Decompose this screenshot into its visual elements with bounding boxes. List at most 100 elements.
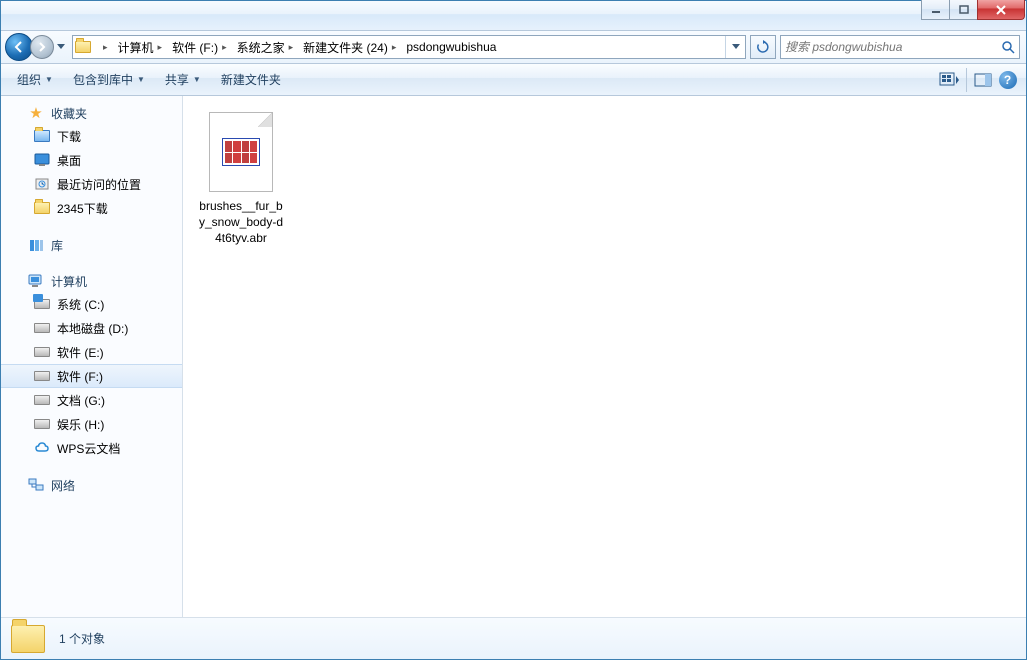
folder-icon <box>33 199 51 217</box>
sidebar-item-label: 桌面 <box>57 152 81 169</box>
computer-icon <box>27 272 45 290</box>
drive-icon <box>33 391 51 409</box>
preview-pane-icon <box>974 73 992 87</box>
sidebar-network-group: ▷ 网络 <box>1 474 182 496</box>
arrow-right-icon <box>36 41 48 53</box>
search-box[interactable] <box>780 35 1020 59</box>
refresh-icon <box>756 40 770 54</box>
back-button[interactable] <box>5 33 33 61</box>
recent-icon <box>33 175 51 193</box>
sidebar-network-header[interactable]: ▷ 网络 <box>1 474 182 496</box>
view-options-button[interactable] <box>936 68 962 92</box>
drive-icon <box>33 295 51 313</box>
address-dropdown[interactable] <box>725 36 745 58</box>
file-label: brushes__fur_by_snow_body-d4t6tyv.abr <box>197 198 285 247</box>
maximize-icon <box>959 5 969 15</box>
minimize-icon <box>931 5 941 15</box>
chevron-down-icon <box>732 44 740 50</box>
help-icon: ? <box>999 71 1017 89</box>
include-in-library-button[interactable]: 包含到库中▼ <box>63 68 155 92</box>
star-icon: ★ <box>27 104 45 122</box>
status-bar: 1 个对象 <box>1 617 1026 659</box>
explorer-window: ▸ 计算机▸ 软件 (F:)▸ 系统之家▸ 新建文件夹 (24)▸ psdong… <box>0 0 1027 660</box>
titlebar <box>1 1 1026 31</box>
sidebar-item-drive-f[interactable]: 软件 (F:) <box>1 364 182 388</box>
minimize-button[interactable] <box>921 0 950 20</box>
sidebar-item-label: 软件 (E:) <box>57 344 104 361</box>
sidebar-header-label: 网络 <box>51 477 75 494</box>
refresh-button[interactable] <box>750 35 776 59</box>
breadcrumb-segment[interactable]: 软件 (F:)▸ <box>166 36 231 58</box>
close-button[interactable] <box>977 0 1025 20</box>
sidebar-libraries-group: ▷ 库 <box>1 234 182 256</box>
sidebar-item-recent[interactable]: 最近访问的位置 <box>1 172 182 196</box>
network-icon <box>27 476 45 494</box>
arrow-left-icon <box>12 40 26 54</box>
address-bar[interactable]: ▸ 计算机▸ 软件 (F:)▸ 系统之家▸ 新建文件夹 (24)▸ psdong… <box>72 35 746 59</box>
navbar: ▸ 计算机▸ 软件 (F:)▸ 系统之家▸ 新建文件夹 (24)▸ psdong… <box>1 31 1026 64</box>
breadcrumb-root[interactable]: ▸ <box>93 36 112 58</box>
sidebar-item-drive-g[interactable]: 文档 (G:) <box>1 388 182 412</box>
sidebar-item-drive-h[interactable]: 娱乐 (H:) <box>1 412 182 436</box>
sidebar-item-drive-d[interactable]: 本地磁盘 (D:) <box>1 316 182 340</box>
status-text: 1 个对象 <box>59 630 105 647</box>
sidebar-item-label: 下载 <box>57 128 81 145</box>
toolbar: 组织▼ 包含到库中▼ 共享▼ 新建文件夹 ? <box>1 64 1026 96</box>
sidebar-computer-group: ▷ 计算机 系统 (C:) 本地磁盘 (D:) 软件 (E:) <box>1 270 182 460</box>
preview-pane-button[interactable] <box>966 68 992 92</box>
sidebar-item-drive-c[interactable]: 系统 (C:) <box>1 292 182 316</box>
drive-icon <box>33 367 51 385</box>
breadcrumb-segment[interactable]: 计算机▸ <box>112 36 167 58</box>
new-folder-button[interactable]: 新建文件夹 <box>211 68 291 92</box>
sidebar-computer-header[interactable]: ▷ 计算机 <box>1 270 182 292</box>
breadcrumb-segment[interactable]: psdongwubishua <box>400 36 500 58</box>
sidebar-item-label: 软件 (F:) <box>57 368 103 385</box>
sidebar-item-label: 系统 (C:) <box>57 296 104 313</box>
search-input[interactable] <box>785 40 1001 54</box>
sidebar-favorites-group: ▷ ★ 收藏夹 下载 桌面 最近访问的位置 23 <box>1 102 182 220</box>
file-thumbnail <box>209 112 273 192</box>
sidebar: ▷ ★ 收藏夹 下载 桌面 最近访问的位置 23 <box>1 96 183 617</box>
sidebar-item-desktop[interactable]: 桌面 <box>1 148 182 172</box>
sidebar-item-drive-e[interactable]: 软件 (E:) <box>1 340 182 364</box>
help-button[interactable]: ? <box>994 68 1020 92</box>
search-icon[interactable] <box>1001 40 1015 54</box>
window-controls <box>921 0 1025 20</box>
chevron-down-icon <box>57 44 65 50</box>
sidebar-header-label: 计算机 <box>51 273 87 290</box>
folder-icon <box>11 625 45 653</box>
body: ▷ ★ 收藏夹 下载 桌面 最近访问的位置 23 <box>1 96 1026 617</box>
view-icon <box>939 72 961 88</box>
sidebar-header-label: 库 <box>51 237 63 254</box>
sidebar-favorites-header[interactable]: ▷ ★ 收藏夹 <box>1 102 182 124</box>
breadcrumb-segment[interactable]: 系统之家▸ <box>231 36 298 58</box>
file-item[interactable]: brushes__fur_by_snow_body-d4t6tyv.abr <box>193 108 289 251</box>
sidebar-item-label: 2345下载 <box>57 200 108 217</box>
forward-button[interactable] <box>30 35 54 59</box>
abr-icon <box>222 138 260 166</box>
downloads-icon <box>33 127 51 145</box>
drive-icon <box>33 343 51 361</box>
sidebar-item-label: 最近访问的位置 <box>57 176 141 193</box>
nav-buttons <box>5 33 68 61</box>
libraries-icon <box>27 236 45 254</box>
desktop-icon <box>33 151 51 169</box>
sidebar-item-label: WPS云文档 <box>57 440 120 457</box>
breadcrumb-segment[interactable]: 新建文件夹 (24)▸ <box>297 36 400 58</box>
sidebar-item-label: 本地磁盘 (D:) <box>57 320 128 337</box>
drive-icon <box>33 415 51 433</box>
maximize-button[interactable] <box>949 0 978 20</box>
drive-icon <box>33 319 51 337</box>
folder-icon <box>73 41 93 53</box>
sidebar-item-downloads[interactable]: 下载 <box>1 124 182 148</box>
file-pane[interactable]: brushes__fur_by_snow_body-d4t6tyv.abr <box>183 96 1026 617</box>
close-icon <box>995 5 1007 15</box>
share-button[interactable]: 共享▼ <box>155 68 211 92</box>
sidebar-libraries-header[interactable]: ▷ 库 <box>1 234 182 256</box>
sidebar-header-label: 收藏夹 <box>51 105 87 122</box>
sidebar-item-wps-cloud[interactable]: WPS云文档 <box>1 436 182 460</box>
sidebar-item-2345[interactable]: 2345下载 <box>1 196 182 220</box>
sidebar-item-label: 娱乐 (H:) <box>57 416 104 433</box>
history-dropdown[interactable] <box>54 37 68 57</box>
organize-button[interactable]: 组织▼ <box>7 68 63 92</box>
